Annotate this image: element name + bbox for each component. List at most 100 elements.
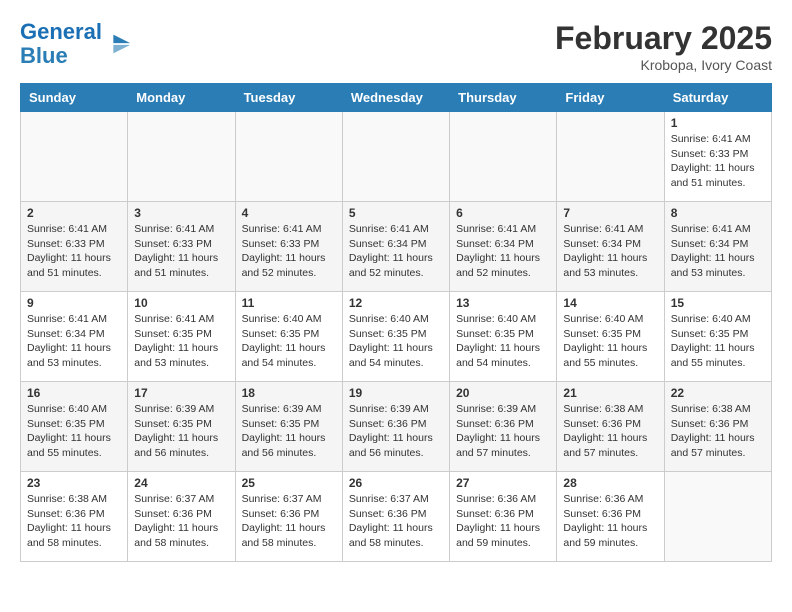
day-info: Sunrise: 6:39 AM Sunset: 6:36 PM Dayligh…: [349, 402, 443, 461]
calendar-day: 18 Sunrise: 6:39 AM Sunset: 6:35 PM Dayli…: [235, 382, 342, 472]
day-info: Sunrise: 6:40 AM Sunset: 6:35 PM Dayligh…: [349, 312, 443, 371]
day-info: Sunrise: 6:41 AM Sunset: 6:33 PM Dayligh…: [27, 222, 121, 281]
day-info: Sunrise: 6:38 AM Sunset: 6:36 PM Dayligh…: [563, 402, 657, 461]
day-number: 26: [349, 476, 443, 490]
weekday-header: Tuesday: [235, 84, 342, 112]
calendar-day: 13 Sunrise: 6:40 AM Sunset: 6:35 PM Dayli…: [450, 292, 557, 382]
day-number: 28: [563, 476, 657, 490]
day-number: 6: [456, 206, 550, 220]
day-info: Sunrise: 6:37 AM Sunset: 6:36 PM Dayligh…: [242, 492, 336, 551]
day-number: 4: [242, 206, 336, 220]
day-info: Sunrise: 6:39 AM Sunset: 6:35 PM Dayligh…: [134, 402, 228, 461]
calendar-table: SundayMondayTuesdayWednesdayThursdayFrid…: [20, 83, 772, 562]
day-info: Sunrise: 6:40 AM Sunset: 6:35 PM Dayligh…: [242, 312, 336, 371]
logo-text: General Blue: [20, 20, 102, 68]
calendar-day: 26 Sunrise: 6:37 AM Sunset: 6:36 PM Dayli…: [342, 472, 449, 562]
calendar-day: 25 Sunrise: 6:37 AM Sunset: 6:36 PM Dayli…: [235, 472, 342, 562]
calendar-day: 6 Sunrise: 6:41 AM Sunset: 6:34 PM Daylig…: [450, 202, 557, 292]
calendar-empty: [557, 112, 664, 202]
day-number: 11: [242, 296, 336, 310]
calendar-day: 15 Sunrise: 6:40 AM Sunset: 6:35 PM Dayli…: [664, 292, 771, 382]
day-info: Sunrise: 6:37 AM Sunset: 6:36 PM Dayligh…: [349, 492, 443, 551]
day-number: 13: [456, 296, 550, 310]
day-number: 22: [671, 386, 765, 400]
logo: General Blue: [20, 20, 132, 68]
day-number: 12: [349, 296, 443, 310]
day-number: 24: [134, 476, 228, 490]
weekday-header: Monday: [128, 84, 235, 112]
day-info: Sunrise: 6:40 AM Sunset: 6:35 PM Dayligh…: [563, 312, 657, 371]
day-number: 18: [242, 386, 336, 400]
calendar-day: 12 Sunrise: 6:40 AM Sunset: 6:35 PM Dayli…: [342, 292, 449, 382]
day-number: 16: [27, 386, 121, 400]
day-info: Sunrise: 6:40 AM Sunset: 6:35 PM Dayligh…: [27, 402, 121, 461]
location-subtitle: Krobopa, Ivory Coast: [555, 57, 772, 73]
calendar-day: 8 Sunrise: 6:41 AM Sunset: 6:34 PM Daylig…: [664, 202, 771, 292]
calendar-day: 11 Sunrise: 6:40 AM Sunset: 6:35 PM Dayli…: [235, 292, 342, 382]
logo-icon: [104, 30, 132, 58]
calendar-day: 19 Sunrise: 6:39 AM Sunset: 6:36 PM Dayli…: [342, 382, 449, 472]
day-number: 3: [134, 206, 228, 220]
calendar-day: 16 Sunrise: 6:40 AM Sunset: 6:35 PM Dayli…: [21, 382, 128, 472]
day-number: 21: [563, 386, 657, 400]
day-number: 10: [134, 296, 228, 310]
day-info: Sunrise: 6:40 AM Sunset: 6:35 PM Dayligh…: [671, 312, 765, 371]
day-info: Sunrise: 6:39 AM Sunset: 6:36 PM Dayligh…: [456, 402, 550, 461]
calendar-day: 24 Sunrise: 6:37 AM Sunset: 6:36 PM Dayli…: [128, 472, 235, 562]
day-number: 17: [134, 386, 228, 400]
weekday-header: Wednesday: [342, 84, 449, 112]
day-info: Sunrise: 6:38 AM Sunset: 6:36 PM Dayligh…: [27, 492, 121, 551]
day-info: Sunrise: 6:41 AM Sunset: 6:34 PM Dayligh…: [563, 222, 657, 281]
day-info: Sunrise: 6:41 AM Sunset: 6:34 PM Dayligh…: [27, 312, 121, 371]
calendar-day: 14 Sunrise: 6:40 AM Sunset: 6:35 PM Dayli…: [557, 292, 664, 382]
calendar-day: 28 Sunrise: 6:36 AM Sunset: 6:36 PM Dayli…: [557, 472, 664, 562]
weekday-header: Thursday: [450, 84, 557, 112]
calendar-day: 20Sunrise: 6:39 AM Sunset: 6:36 PM Dayli…: [450, 382, 557, 472]
calendar-empty: [664, 472, 771, 562]
calendar-day: 3Sunrise: 6:41 AM Sunset: 6:33 PM Daylig…: [128, 202, 235, 292]
day-number: 8: [671, 206, 765, 220]
calendar-day: 1 Sunrise: 6:41 AM Sunset: 6:33 PM Daylig…: [664, 112, 771, 202]
day-info: Sunrise: 6:38 AM Sunset: 6:36 PM Dayligh…: [671, 402, 765, 461]
day-info: Sunrise: 6:41 AM Sunset: 6:34 PM Dayligh…: [671, 222, 765, 281]
day-number: 7: [563, 206, 657, 220]
page-header: General Blue February 2025 Krobopa, Ivor…: [20, 20, 772, 73]
calendar-empty: [235, 112, 342, 202]
day-info: Sunrise: 6:41 AM Sunset: 6:35 PM Dayligh…: [134, 312, 228, 371]
calendar-empty: [128, 112, 235, 202]
day-info: Sunrise: 6:41 AM Sunset: 6:33 PM Dayligh…: [242, 222, 336, 281]
day-number: 2: [27, 206, 121, 220]
calendar-day: 17 Sunrise: 6:39 AM Sunset: 6:35 PM Dayli…: [128, 382, 235, 472]
day-number: 25: [242, 476, 336, 490]
calendar-day: 5 Sunrise: 6:41 AM Sunset: 6:34 PM Daylig…: [342, 202, 449, 292]
day-info: Sunrise: 6:36 AM Sunset: 6:36 PM Dayligh…: [456, 492, 550, 551]
day-info: Sunrise: 6:41 AM Sunset: 6:33 PM Dayligh…: [671, 132, 765, 191]
day-number: 5: [349, 206, 443, 220]
calendar-day: 10 Sunrise: 6:41 AM Sunset: 6:35 PM Dayli…: [128, 292, 235, 382]
weekday-header: Friday: [557, 84, 664, 112]
day-info: Sunrise: 6:36 AM Sunset: 6:36 PM Dayligh…: [563, 492, 657, 551]
calendar-day: 9 Sunrise: 6:41 AM Sunset: 6:34 PM Daylig…: [21, 292, 128, 382]
day-info: Sunrise: 6:41 AM Sunset: 6:34 PM Dayligh…: [349, 222, 443, 281]
calendar-day: 22 Sunrise: 6:38 AM Sunset: 6:36 PM Dayli…: [664, 382, 771, 472]
calendar-day: 4 Sunrise: 6:41 AM Sunset: 6:33 PM Daylig…: [235, 202, 342, 292]
calendar-day: 2 Sunrise: 6:41 AM Sunset: 6:33 PM Daylig…: [21, 202, 128, 292]
day-number: 23: [27, 476, 121, 490]
calendar-day: 27 Sunrise: 6:36 AM Sunset: 6:36 PM Dayli…: [450, 472, 557, 562]
weekday-header: Sunday: [21, 84, 128, 112]
day-number: 1: [671, 116, 765, 130]
day-number: 9: [27, 296, 121, 310]
day-number: 19: [349, 386, 443, 400]
day-number: 27: [456, 476, 550, 490]
day-info: Sunrise: 6:41 AM Sunset: 6:34 PM Dayligh…: [456, 222, 550, 281]
calendar-day: 21 Sunrise: 6:38 AM Sunset: 6:36 PM Dayli…: [557, 382, 664, 472]
calendar-day: 23 Sunrise: 6:38 AM Sunset: 6:36 PM Dayli…: [21, 472, 128, 562]
day-info: Sunrise: 6:37 AM Sunset: 6:36 PM Dayligh…: [134, 492, 228, 551]
day-number: 15: [671, 296, 765, 310]
title-block: February 2025 Krobopa, Ivory Coast: [555, 20, 772, 73]
month-year-title: February 2025: [555, 20, 772, 57]
day-info: Sunrise: 6:40 AM Sunset: 6:35 PM Dayligh…: [456, 312, 550, 371]
weekday-header: Saturday: [664, 84, 771, 112]
day-number: 14: [563, 296, 657, 310]
day-info: Sunrise: 6:39 AM Sunset: 6:35 PM Dayligh…: [242, 402, 336, 461]
